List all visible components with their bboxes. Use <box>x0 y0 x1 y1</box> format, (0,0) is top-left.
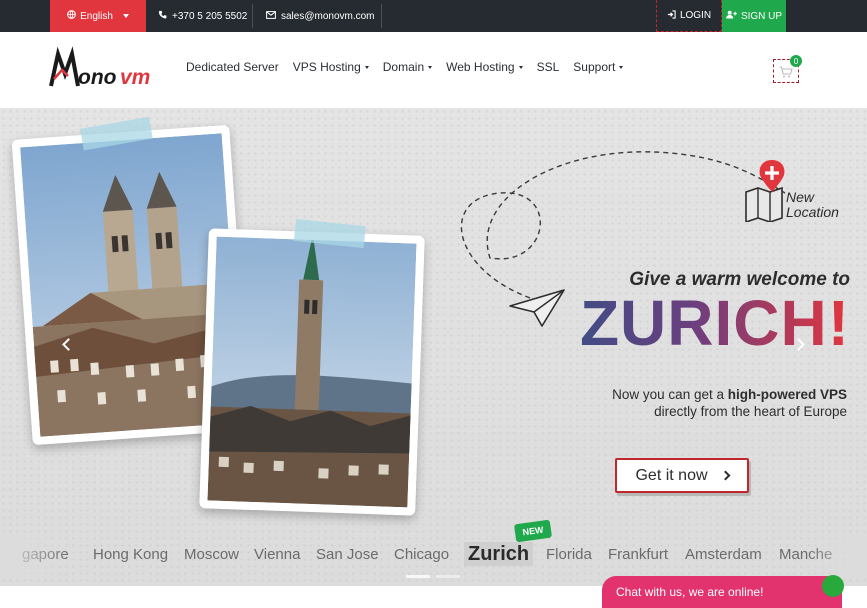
chevron-down-icon <box>619 65 624 69</box>
user-plus-icon <box>726 10 737 22</box>
carousel-pager <box>406 575 460 578</box>
paper-plane-icon <box>509 289 565 327</box>
top-bar: English +370 5 205 5502 sales@monovm.com… <box>0 0 867 32</box>
main-navbar: ono vm Dedicated Server VPS Hosting Doma… <box>0 32 867 108</box>
cta-label: Get it now <box>635 466 708 484</box>
envelope-icon <box>266 10 276 22</box>
nav-label: Dedicated Server <box>186 60 279 74</box>
phone-icon <box>158 10 167 22</box>
pager-dot[interactable] <box>436 575 460 578</box>
cart-count-badge: 0 <box>790 55 802 67</box>
cart-icon <box>779 65 793 83</box>
svg-text:ono: ono <box>78 66 117 89</box>
nav-ssl[interactable]: SSL <box>537 60 560 74</box>
location-item[interactable]: Frankfurt <box>608 546 668 563</box>
nav-label: Support <box>573 60 616 74</box>
new-location-line2: Location <box>786 204 839 220</box>
chat-label: Chat with us, we are online! <box>616 585 764 599</box>
email-link[interactable]: sales@monovm.com <box>266 0 375 32</box>
phone-link[interactable]: +370 5 205 5502 <box>158 0 247 32</box>
live-chat-widget[interactable]: Chat with us, we are online! <box>602 576 842 608</box>
location-item[interactable]: Moscow <box>184 546 239 563</box>
nav-label: Domain <box>382 60 425 74</box>
hero-headline: ZURICH! <box>560 286 850 360</box>
divider <box>381 4 382 28</box>
location-item[interactable]: Florida <box>546 546 592 563</box>
city-view-image <box>207 236 417 508</box>
chevron-down-icon <box>518 65 523 69</box>
locations-strip: gapore Hong Kong Moscow Vienna San Jose … <box>0 538 867 568</box>
login-label: LOGIN <box>679 10 712 21</box>
globe-icon <box>67 10 77 22</box>
nav-vps-hosting[interactable]: VPS Hosting <box>293 60 369 74</box>
get-it-now-button[interactable]: Get it now <box>615 458 749 493</box>
nav-label: VPS Hosting <box>292 60 361 74</box>
fraumunster-photo <box>199 218 425 516</box>
location-item-featured[interactable]: Zurich <box>464 542 534 566</box>
nav-label: SSL <box>536 60 560 74</box>
svg-text:vm: vm <box>120 66 150 89</box>
divider <box>252 4 253 28</box>
map-location-icon <box>745 160 785 222</box>
chevron-down-icon <box>364 65 369 69</box>
monovm-logo[interactable]: ono vm <box>48 46 170 92</box>
location-item[interactable]: San Jose <box>316 546 379 563</box>
chat-status-indicator <box>822 575 844 597</box>
tagline-highlight: high-powered VPS <box>727 387 847 402</box>
phone-number: +370 5 205 5502 <box>172 10 248 22</box>
sign-in-icon <box>667 9 676 22</box>
nav-domain[interactable]: Domain <box>382 60 433 74</box>
chevron-down-icon <box>428 65 433 69</box>
email-address: sales@monovm.com <box>281 10 375 22</box>
language-label: English <box>80 10 113 22</box>
new-location-line1: New <box>786 189 815 205</box>
signup-label: SIGN UP <box>740 10 783 22</box>
strip-fade-left <box>0 538 70 578</box>
location-item[interactable]: Amsterdam <box>685 546 762 563</box>
login-button[interactable]: LOGIN <box>656 0 722 32</box>
tagline-text-2: directly from the heart of Europe <box>654 404 847 419</box>
nav-label: Web Hosting <box>446 60 515 74</box>
location-item[interactable]: Hong Kong <box>93 546 168 563</box>
nav-web-hosting[interactable]: Web Hosting <box>446 60 523 74</box>
primary-menu: Dedicated Server VPS Hosting Domain Web … <box>186 60 624 74</box>
pager-dot-active[interactable] <box>406 575 430 578</box>
hero-banner: New Location Give a warm welcome to ZURI… <box>0 108 867 586</box>
hero-tagline: Now you can get a high-powered VPS direc… <box>560 386 847 420</box>
cart-button[interactable]: 0 <box>773 55 802 83</box>
location-item[interactable]: Chicago <box>394 546 449 563</box>
location-item[interactable]: Vienna <box>254 546 300 563</box>
language-selector[interactable]: English <box>50 0 146 32</box>
nav-support[interactable]: Support <box>573 60 624 74</box>
chevron-down-icon <box>122 14 129 18</box>
strip-fade-right <box>807 538 867 578</box>
nav-dedicated-server[interactable]: Dedicated Server <box>186 60 279 74</box>
chevron-right-icon <box>720 470 730 481</box>
signup-button[interactable]: SIGN UP <box>722 0 786 32</box>
tagline-text: Now you can get a <box>612 387 728 402</box>
new-location-label: New Location <box>786 190 839 220</box>
